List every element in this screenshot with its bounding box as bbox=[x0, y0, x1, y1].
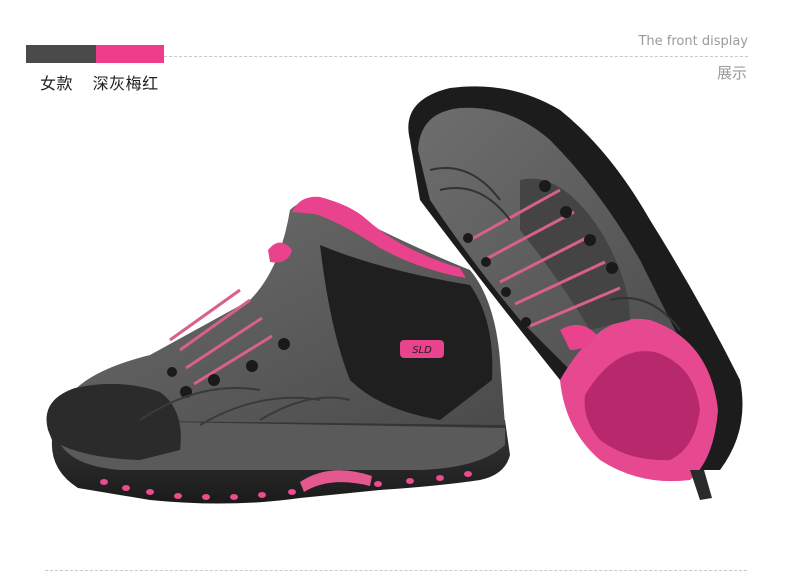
hiking-boots-image: SLD bbox=[46, 86, 743, 504]
product-display-page: 女款 深灰梅红 The front display 展示 SLD bbox=[0, 0, 790, 582]
bottom-dashed-divider bbox=[45, 570, 747, 571]
left-boot: SLD bbox=[46, 196, 510, 504]
boot-logo: SLD bbox=[412, 345, 432, 356]
